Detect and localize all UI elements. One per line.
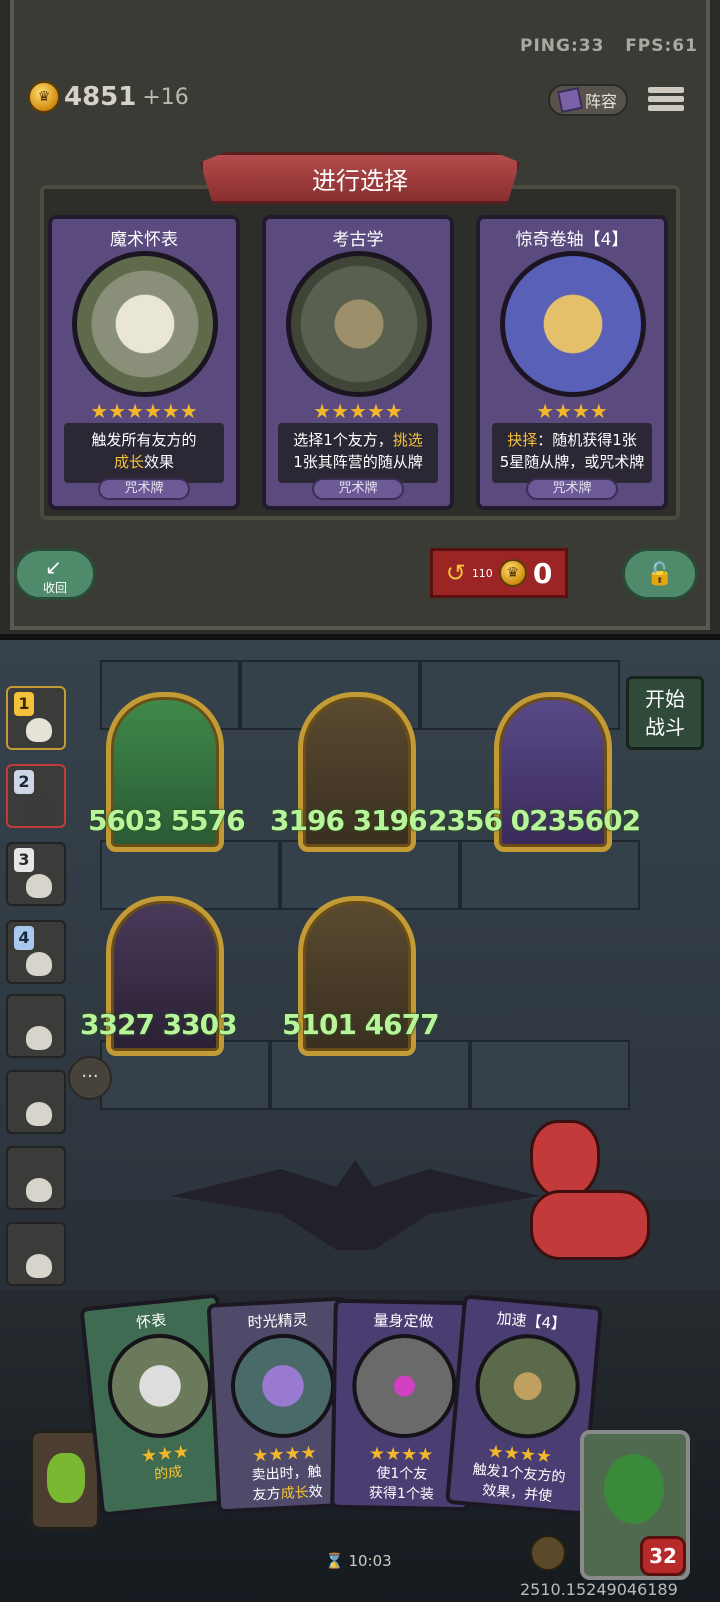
card-description: 抉择：随机获得1张 5星随从牌，或咒术牌	[492, 423, 652, 483]
witch-art	[471, 1329, 584, 1443]
player-slot-1[interactable]: 1	[6, 686, 66, 750]
refresh-icon: ↺	[445, 559, 466, 587]
chat-bubble-icon[interactable]: ···	[68, 1056, 112, 1100]
card-title: 惊奇卷轴【4】	[515, 230, 629, 250]
skull-icon	[26, 1026, 52, 1050]
unit-stats: 5101 4677	[282, 1008, 440, 1041]
round-timer: ⌛ 10:03	[325, 1552, 392, 1570]
card-description: 触发所有友方的 成长效果	[64, 423, 224, 483]
collapse-label: 收回	[42, 581, 67, 595]
lineup-button[interactable]: 阵容	[548, 84, 628, 116]
shield-icon[interactable]	[530, 1535, 566, 1571]
crown-coin-icon: ♛	[498, 559, 527, 587]
start-line1: 开始	[645, 687, 685, 711]
card-stars: ★★★★	[536, 399, 608, 423]
hand-card-title: 怀表	[135, 1310, 168, 1332]
scroll-art	[500, 251, 646, 397]
skull-icon	[26, 952, 52, 976]
lineup-label: 阵容	[584, 92, 617, 111]
pocket-watch-art	[102, 1328, 218, 1444]
player-avatar	[26, 874, 52, 898]
lock-icon: 🔓	[646, 561, 674, 587]
player-slot-7[interactable]	[6, 1146, 66, 1210]
tavern-button[interactable]	[30, 1430, 100, 1530]
choice-card-pocket-watch[interactable]: 魔术怀表 ★★★★★★ 触发所有友方的 成长效果 咒术牌	[48, 215, 240, 510]
player-slot-8[interactable]	[6, 1222, 66, 1286]
hand-card-desc: 卖出时，触 友方成长效	[251, 1464, 324, 1504]
time-sprite-art	[228, 1331, 338, 1441]
unit-stats: 5603 5576	[88, 804, 246, 837]
tailor-made-art	[351, 1333, 458, 1439]
refresh-cost: 0	[532, 556, 553, 590]
unit-stats: 2356 0235602	[428, 804, 641, 837]
card-description: 选择1个友方，挑选 1张其阵营的随从牌	[278, 423, 438, 483]
arrow-down-left-icon: ↙	[45, 555, 62, 579]
pony-mascot	[520, 1100, 670, 1290]
fps-label: FPS:61	[625, 36, 698, 56]
crown-coin-icon: ♛	[28, 81, 60, 113]
debug-coordinates: 2510.15249046189	[520, 1580, 678, 1599]
hand-card-title: 加速【4】	[495, 1309, 567, 1334]
timer-text: 10:03	[348, 1552, 392, 1570]
hand-card-desc: 使1个友 获得1个装	[368, 1465, 435, 1503]
start-line2: 战斗	[645, 715, 685, 739]
card-stars: ★★★★★★	[90, 399, 198, 423]
card-type-badge: 咒术牌	[526, 478, 618, 500]
card-stars: ★★★★★	[313, 399, 403, 423]
rank-badge: 2	[14, 770, 34, 794]
choice-title: 进行选择	[312, 166, 408, 195]
skull-icon	[26, 1254, 52, 1278]
gold-display: ♛ 4851 +16	[28, 80, 189, 114]
player-avatar	[26, 796, 52, 820]
gold-income: +16	[142, 84, 189, 110]
hand-card-title: 量身定做	[373, 1311, 434, 1331]
choice-banner: 进行选择	[200, 152, 520, 204]
rank-badge: 4	[14, 926, 34, 950]
skull-icon	[26, 1178, 52, 1202]
choice-card-scroll[interactable]: 惊奇卷轴【4】 ★★★★ 抉择：随机获得1张 5星随从牌，或咒术牌 咒术牌	[476, 215, 668, 510]
player-avatar	[26, 718, 52, 742]
player-slot-4[interactable]: 4	[6, 920, 66, 984]
menu-button[interactable]	[648, 84, 684, 116]
card-type-badge: 咒术牌	[312, 478, 404, 500]
start-battle-button[interactable]: 开始 战斗	[626, 676, 704, 750]
choice-card-archaeology[interactable]: 考古学 ★★★★★ 选择1个友方，挑选 1张其阵营的随从牌 咒术牌	[262, 215, 454, 510]
player-slot-6[interactable]	[6, 1070, 66, 1134]
rank-badge: 1	[14, 692, 34, 716]
lock-button[interactable]: 🔓	[622, 548, 698, 600]
unit-stats: 3327 3303	[80, 1008, 238, 1041]
hero-health: 32	[640, 1536, 686, 1576]
player-slot-2[interactable]: 2	[6, 764, 66, 828]
ping-label: PING:33	[520, 36, 605, 56]
network-stats: PING:33 FPS:61	[520, 36, 698, 56]
player-slot-5[interactable]	[6, 994, 66, 1058]
card-title: 考古学	[332, 230, 384, 250]
collapse-button[interactable]: ↙ 收回	[14, 548, 96, 600]
archaeology-art	[286, 251, 432, 397]
hand-card-title: 时光精灵	[247, 1310, 309, 1332]
unit-stats: 3196 3196	[270, 804, 428, 837]
player-slot-3[interactable]: 3	[6, 842, 66, 906]
refresh-button[interactable]: ↺ 110 ♛ 0	[430, 548, 568, 598]
hourglass-icon: ⌛	[325, 1552, 344, 1570]
rank-badge: 3	[14, 848, 34, 872]
menu-icon	[648, 87, 684, 93]
card-title: 魔术怀表	[110, 230, 178, 250]
gold-amount: 4851	[64, 82, 137, 112]
card-type-badge: 咒术牌	[98, 478, 190, 500]
card-deck-icon	[556, 86, 584, 114]
pocket-watch-art	[72, 251, 218, 397]
refresh-sub: 110	[471, 566, 493, 580]
skull-icon	[26, 1102, 52, 1126]
dryad-icon	[604, 1454, 664, 1524]
slime-icon	[47, 1453, 85, 1503]
